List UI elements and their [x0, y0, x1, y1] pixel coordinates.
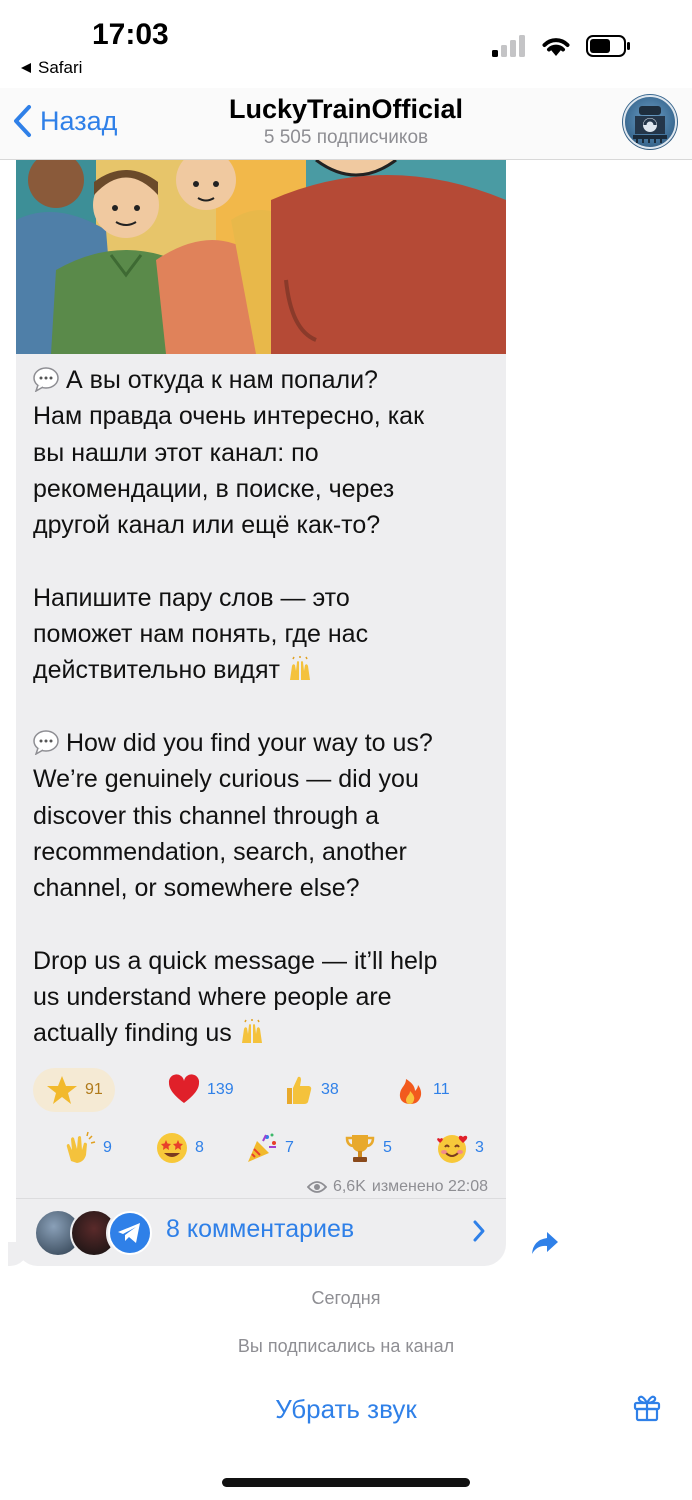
text-line: Напишите пару слов — это [33, 583, 350, 612]
share-arrow-icon[interactable] [530, 1230, 560, 1256]
text-line: Нам правда очень интересно, как [33, 402, 425, 431]
fire-icon [399, 1079, 422, 1104]
reaction-star[interactable]: 91 [33, 1068, 115, 1112]
text-line: Drop us a quick message — it’ll help [33, 946, 438, 975]
channel-post[interactable]: А вы откуда к нам попали? Нам правда оче… [16, 160, 506, 1266]
text-line: А вы откуда к нам попали? [33, 362, 493, 398]
text-line: поможет нам понять, где нас [33, 620, 369, 649]
chat-area[interactable]: А вы откуда к нам попали? Нам правда оче… [0, 160, 692, 1500]
speech-bubble-icon [33, 367, 59, 392]
subscriber-count: 5 505 подписчиков [263, 127, 429, 148]
train-logo-icon [623, 95, 677, 149]
post-illustration[interactable] [16, 160, 506, 354]
commenter-avatars [34, 1209, 154, 1257]
back-app-label: Safari [38, 58, 83, 77]
wifi-icon [542, 38, 570, 56]
reaction-clap[interactable]: 9 [51, 1126, 124, 1170]
text-line: recommendation, search, another [33, 837, 407, 866]
service-message: Вы подписались на канал [237, 1336, 455, 1356]
star-icon [47, 1076, 77, 1104]
trophy-icon [345, 1135, 375, 1162]
battery-icon [586, 35, 630, 57]
reaction-star-struck[interactable]: 8 [143, 1126, 216, 1170]
text-line: другой канал или ещё как-то? [33, 511, 381, 540]
text-line: действительно видят [33, 652, 493, 688]
avatar [106, 1209, 154, 1257]
reaction-trophy[interactable]: 5 [331, 1126, 404, 1170]
raising-hands-icon [241, 1019, 262, 1044]
party-popper-icon [248, 1133, 276, 1162]
back-triangle-icon [21, 63, 31, 73]
text-line: us understand where people are [33, 983, 392, 1012]
reaction-thumbs-up[interactable]: 38 [269, 1068, 351, 1112]
date-separator: Сегодня [311, 1288, 381, 1308]
comments-count: 8 комментариев [166, 1215, 355, 1243]
view-count: 6,6K [332, 1178, 366, 1195]
channel-header[interactable]: LuckyTrainOfficial 5 505 подписчиков [0, 94, 692, 149]
gift-icon[interactable] [632, 1392, 662, 1422]
post-meta: 6,6K изменено 22:08 [306, 1178, 488, 1196]
channel-avatar[interactable] [622, 94, 678, 150]
back-to-app[interactable]: Safari [20, 58, 82, 78]
text-line: discover this channel through a [33, 801, 380, 830]
heart-icon [168, 1074, 200, 1103]
thumbs-up-icon [287, 1076, 312, 1104]
star-struck-icon [157, 1133, 187, 1163]
clap-icon [66, 1131, 96, 1163]
edited-time: изменено 22:08 [371, 1178, 488, 1195]
text-line: actually finding us [33, 1015, 493, 1051]
home-indicator[interactable] [222, 1478, 470, 1487]
text-line: channel, or somewhere else? [33, 874, 360, 903]
reaction-heart[interactable]: 139 [155, 1068, 246, 1112]
raising-hands-icon [289, 656, 310, 681]
smiling-hearts-icon [437, 1135, 468, 1163]
nav-bar: Назад LuckyTrainOfficial 5 505 подписчик… [0, 88, 692, 160]
mute-button[interactable]: Убрать звук [0, 1394, 692, 1425]
text-line: рекомендации, в поиске, через [33, 474, 395, 503]
text-line: How did you find your way to us? [33, 725, 493, 761]
reaction-smiling-hearts[interactable]: 3 [423, 1126, 496, 1170]
comments-button[interactable]: 8 комментариев [16, 1198, 506, 1266]
eye-icon [306, 1181, 327, 1193]
status-icons [492, 34, 632, 58]
status-bar: 17:03 Safari [0, 0, 692, 90]
signal-icon [492, 35, 525, 57]
post-text: А вы откуда к нам попали? Нам правда оче… [33, 362, 493, 1052]
text-line: вы нашли этот канал: по [33, 438, 319, 467]
chevron-right-icon [473, 1220, 485, 1242]
speech-bubble-icon [33, 730, 59, 755]
reaction-party[interactable]: 7 [233, 1126, 306, 1170]
channel-title: LuckyTrainOfficial [228, 94, 464, 124]
clock: 17:03 [92, 18, 169, 51]
telegram-icon [110, 1213, 150, 1253]
text-line: We’re genuinely curious — did you [33, 765, 419, 794]
reaction-fire[interactable]: 11 [381, 1068, 462, 1112]
